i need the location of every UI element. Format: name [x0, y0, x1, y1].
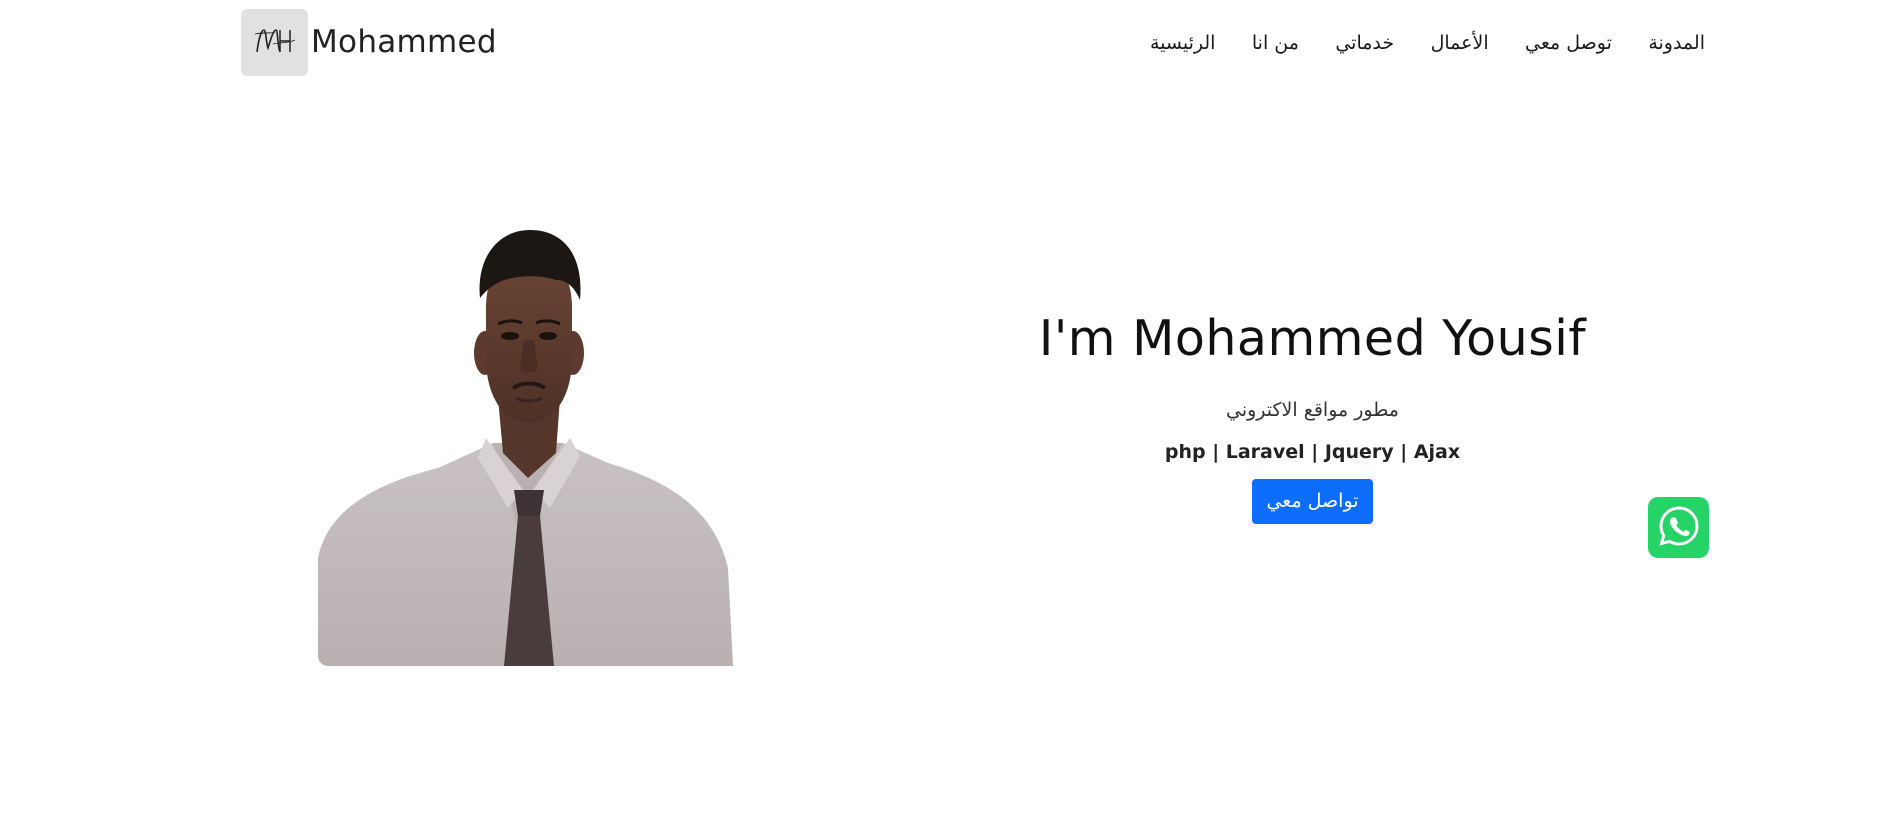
contact-me-button[interactable]: تواصل معي: [1252, 478, 1373, 524]
nav-item-blog[interactable]: المدونة: [1648, 32, 1705, 54]
whatsapp-button[interactable]: [1648, 497, 1709, 558]
hero-skills: php | Laravel | Jquery | Ajax: [1164, 440, 1461, 463]
whatsapp-icon: [1657, 504, 1701, 552]
nav-item-contact[interactable]: توصل معي: [1525, 32, 1612, 54]
brand-link[interactable]: Mohammed: [241, 8, 497, 76]
nav-links: الرئيسية من انا خدماتي الأعمال توصل معي …: [1150, 26, 1705, 60]
brand-name: Mohammed: [311, 24, 497, 60]
page: Mohammed الرئيسية من انا خدماتي الأعمال …: [0, 0, 1878, 823]
hero-subtitle: مطور مواقع الاكتروني: [1226, 398, 1399, 421]
nav-item-services[interactable]: خدماتي: [1335, 32, 1394, 54]
hero-section: I'm Mohammed Yousif مطور مواقع الاكتروني…: [1015, 310, 1610, 524]
hero-title: I'm Mohammed Yousif: [1038, 310, 1587, 367]
navbar: Mohammed الرئيسية من انا خدماتي الأعمال …: [0, 0, 1878, 86]
nav-item-about[interactable]: من انا: [1252, 32, 1299, 54]
nav-item-portfolio[interactable]: الأعمال: [1431, 32, 1489, 54]
profile-photo: [318, 228, 733, 666]
mh-monogram-icon: [241, 8, 308, 76]
nav-item-home[interactable]: الرئيسية: [1150, 32, 1215, 54]
